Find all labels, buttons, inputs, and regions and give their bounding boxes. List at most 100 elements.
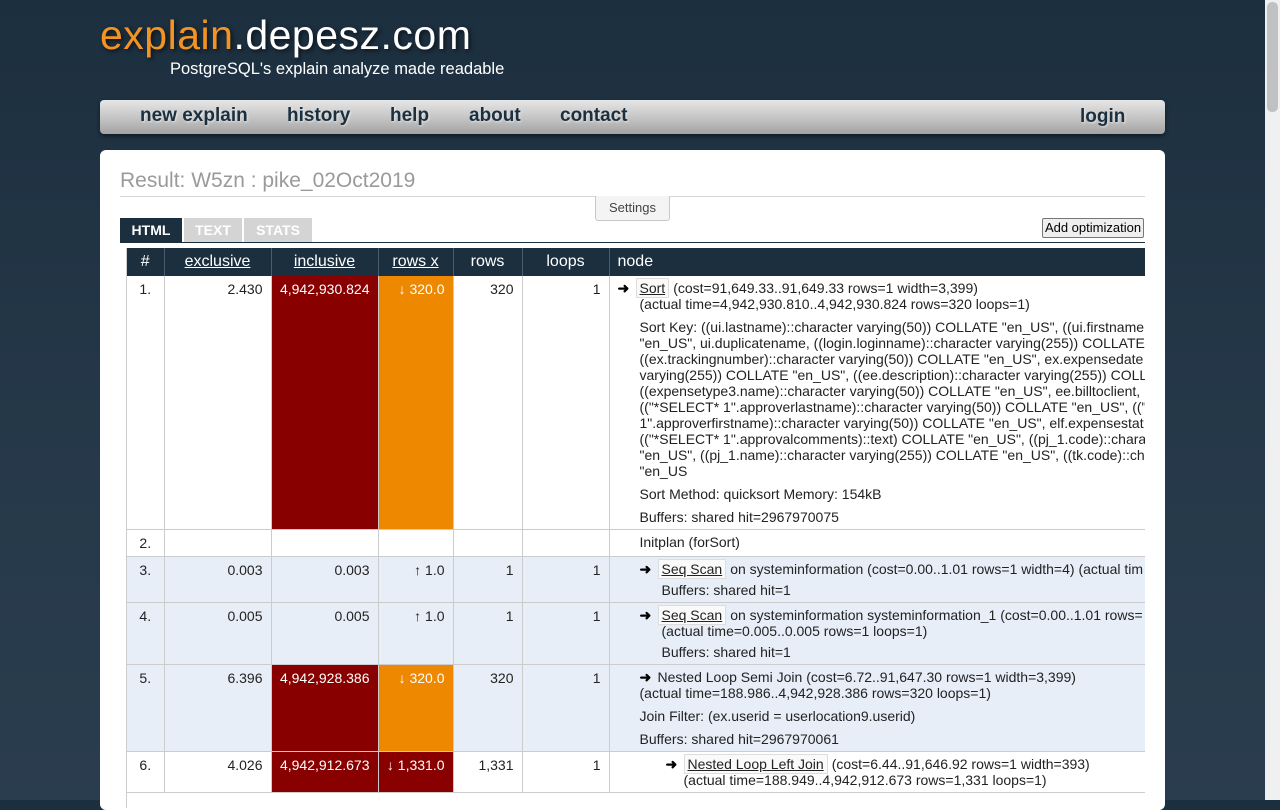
cell-inclusive: 0.005 (271, 602, 379, 665)
cell-node: ➜ Sort (cost=91,649.33..91,649.33 rows=1 w… (609, 276, 1145, 530)
nav-login[interactable]: login (1080, 106, 1125, 128)
settings-button[interactable]: Settings (595, 196, 670, 221)
result-panel: Result: W5zn : pike_02Oct2019 Settings H… (100, 150, 1165, 810)
nav-history[interactable]: history (287, 105, 350, 127)
cell-rows: 1 (453, 602, 523, 665)
row-number: 1. (127, 276, 165, 530)
row-number: 5. (127, 664, 165, 752)
buffers-info: Buffers: shared hit=2967970061 (639, 731, 839, 747)
arrow-right-icon: ➜ (639, 669, 652, 685)
sort-key-line: varying(255)) COLLATE "en_US", ((ee.desc… (639, 367, 1146, 383)
cell-inclusive (271, 529, 379, 557)
cell-exclusive: 6.396 (164, 664, 272, 752)
cell-exclusive (164, 529, 272, 557)
cell-loops: 1 (522, 751, 610, 793)
table-row: 5. 6.396 4,942,928.386 ↓ 320.0 320 1 ➜ Ne… (127, 664, 1145, 752)
col-header-loops: loops (522, 248, 610, 276)
cell-loops (522, 529, 610, 557)
row-number: 2. (127, 529, 165, 557)
node-cost: on systeminformation systeminformation_1… (730, 607, 1143, 623)
node-cost: (cost=6.44..91,646.92 rows=1 width=393) (831, 756, 1090, 772)
cell-loops: 1 (522, 664, 610, 752)
cell-inclusive: 0.003 (271, 556, 379, 603)
cell-rows: 1 (453, 556, 523, 603)
cell-node: ➜ Seq Scan on systeminformation (cost=0.00… (609, 556, 1145, 603)
node-type-link[interactable]: Seq Scan (657, 559, 727, 579)
cell-exclusive: 0.003 (164, 556, 272, 603)
logo-domain: .depesz.com (233, 12, 472, 58)
col-header-exclusive[interactable]: exclusive (164, 248, 272, 276)
buffers-info: Buffers: shared hit=1 (661, 644, 791, 660)
node-type-label: Nested Loop Semi Join (657, 669, 803, 685)
table-header-row: # exclusive inclusive rows x rows loops … (127, 248, 1145, 276)
sort-key-line: ((ex.trackingnumber)::character varying(… (639, 351, 1144, 367)
explain-table: # exclusive inclusive rows x rows loops … (127, 248, 1145, 793)
tab-stats[interactable]: STATS (244, 218, 312, 242)
sort-key-line: "en_US (639, 463, 688, 479)
node-type-link[interactable]: Sort (635, 278, 670, 298)
arrow-right-icon: ➜ (639, 607, 652, 623)
node-type-link[interactable]: Nested Loop Left Join (683, 754, 828, 774)
cell-node: ➜ Seq Scan on systeminformation systeminfo… (609, 602, 1145, 665)
explain-table-container: # exclusive inclusive rows x rows loops … (126, 248, 1145, 808)
nav-help[interactable]: help (390, 105, 429, 127)
main-nav: new explain history help about contact l… (100, 100, 1165, 134)
cell-node: ➜ Nested Loop Semi Join (cost=6.72..91,647… (609, 664, 1145, 752)
cell-inclusive: 4,942,912.673 (271, 751, 379, 793)
row-number: 6. (127, 751, 165, 793)
tab-html[interactable]: HTML (120, 218, 182, 242)
col-header-inclusive[interactable]: inclusive (271, 248, 379, 276)
cell-loops: 1 (522, 602, 610, 665)
col-header-node: node (609, 248, 1145, 276)
cell-exclusive: 0.005 (164, 602, 272, 665)
cell-node: ➜ Nested Loop Left Join (cost=6.44..91,646… (609, 751, 1145, 793)
sort-key-line: "en_US", ui.duplicatename, ((login.login… (639, 335, 1145, 351)
page-scrollbar[interactable] (1265, 0, 1280, 800)
sort-key-line: 1".approverfirstname)::character varying… (639, 415, 1144, 431)
col-header-rows-x[interactable]: rows x (378, 248, 454, 276)
buffers-info: Buffers: shared hit=2967970075 (639, 509, 839, 525)
site-logo[interactable]: explain.depesz.com (100, 12, 471, 59)
cell-rows-x: ↓ 320.0 (378, 664, 454, 752)
node-actual: (actual time=188.986..4,942,928.386 rows… (639, 685, 991, 701)
cell-rows-x: ↑ 1.0 (378, 556, 454, 603)
initplan-label: Initplan (forSort) (639, 534, 740, 550)
node-type-link[interactable]: Seq Scan (657, 605, 727, 625)
col-header-rows: rows (453, 248, 523, 276)
node-actual: (actual time=0.005..0.005 rows=1 loops=1… (661, 623, 928, 639)
sort-key-line: Sort Key: ((ui.lastname)::character vary… (639, 319, 1145, 335)
nav-new-explain[interactable]: new explain (140, 105, 248, 127)
node-cost: on systeminformation (cost=0.00..1.01 ro… (730, 561, 1144, 577)
row-number: 4. (127, 602, 165, 665)
buffers-info: Buffers: shared hit=1 (661, 582, 791, 598)
result-title: Result: W5zn : pike_02Oct2019 (120, 169, 416, 192)
cell-rows: 320 (453, 664, 523, 752)
tab-divider (120, 242, 1145, 243)
logo-explain: explain (100, 12, 234, 58)
site-tagline: PostgreSQL's explain analyze made readab… (170, 60, 505, 78)
cell-rows: 1,331 (453, 751, 523, 793)
scrollbar-thumb[interactable] (1267, 2, 1278, 112)
nav-contact[interactable]: contact (560, 105, 628, 127)
cell-loops: 1 (522, 276, 610, 530)
join-filter: Join Filter: (ex.userid = userlocation9.… (639, 708, 916, 724)
cell-exclusive: 2.430 (164, 276, 272, 530)
node-cost: (cost=6.72..91,647.30 rows=1 width=3,399… (806, 669, 1076, 685)
add-optimization-button[interactable]: Add optimization (1042, 218, 1144, 238)
cell-inclusive: 4,942,928.386 (271, 664, 379, 752)
cell-loops: 1 (522, 556, 610, 603)
sort-key-line: (("*SELECT* 1".approverlastname)::charac… (639, 399, 1146, 415)
node-actual: (actual time=4,942,930.810..4,942,930.82… (639, 296, 1030, 312)
cell-rows-x (378, 529, 454, 557)
cell-rows: 320 (453, 276, 523, 530)
nav-about[interactable]: about (469, 105, 521, 127)
sort-key-line: "en_US", ((pj_1.name)::character varying… (639, 447, 1145, 463)
cell-exclusive: 4.026 (164, 751, 272, 793)
table-row: 4. 0.005 0.005 ↑ 1.0 1 1 ➜ Seq Scan on sys… (127, 602, 1145, 665)
sort-key-line: (("*SELECT* 1".approvalcomments)::text) … (639, 431, 1146, 447)
table-row: 6. 4.026 4,942,912.673 ↓ 1,331.0 1,331 1… (127, 751, 1145, 793)
tab-text[interactable]: TEXT (184, 218, 242, 242)
row-number: 3. (127, 556, 165, 603)
cell-rows-x: ↓ 320.0 (378, 276, 454, 530)
sort-key: Sort Key: ((ui.lastname)::character vary… (618, 319, 1146, 479)
